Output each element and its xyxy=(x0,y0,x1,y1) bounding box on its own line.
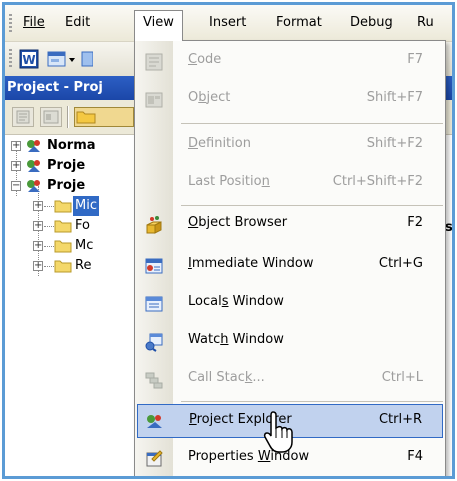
expand-icon[interactable]: + xyxy=(33,221,43,231)
menu-separator xyxy=(181,477,443,478)
folder-icon xyxy=(54,260,72,273)
tree-line xyxy=(44,246,54,247)
vba-editor-window: File Edit View Insert Format Debug Ru W … xyxy=(2,2,455,479)
menu-item-label: Object Browser xyxy=(188,215,288,230)
menu-item-shortcut: Shift+F2 xyxy=(366,136,423,151)
toggle-folders-button[interactable] xyxy=(74,107,134,127)
menu-item-label: Watch Window xyxy=(188,332,284,347)
menu-item-shortcut: F4 xyxy=(407,449,423,464)
menu-item-locals-window[interactable]: Locals Window xyxy=(135,285,445,321)
menu-item-label: Call Stack... xyxy=(188,370,265,385)
expand-icon[interactable]: + xyxy=(33,261,43,271)
tree-row-references[interactable]: + Re xyxy=(5,256,135,276)
menubar-grip[interactable] xyxy=(9,14,12,34)
expand-icon[interactable]: + xyxy=(11,141,21,151)
menu-item-shortcut: Ctrl+L xyxy=(381,370,423,385)
menu-file[interactable]: File xyxy=(15,11,53,35)
menu-item-shortcut: Ctrl+Shift+F2 xyxy=(332,174,423,189)
folder-icon xyxy=(54,240,72,253)
immediate-window-icon xyxy=(145,258,163,274)
svg-text:W: W xyxy=(22,53,35,67)
tree-row-microsoft-objects[interactable]: + Mic xyxy=(5,196,135,216)
expand-icon[interactable]: + xyxy=(33,201,43,211)
expand-icon[interactable]: + xyxy=(33,241,43,251)
collapse-icon[interactable]: − xyxy=(11,181,21,191)
menu-format[interactable]: Format xyxy=(268,11,330,35)
menu-item-label: Object xyxy=(188,90,231,105)
properties-window-icon xyxy=(146,450,163,467)
menu-separator xyxy=(181,123,443,124)
vba-project-icon xyxy=(27,160,40,172)
folder-icon xyxy=(76,111,96,124)
menu-item-label: Definition xyxy=(188,136,251,151)
hand-cursor-icon xyxy=(263,411,293,453)
tree-label: Norma xyxy=(47,138,96,153)
view-object-icon xyxy=(43,110,59,124)
folder-icon xyxy=(54,200,72,213)
peek-text: s xyxy=(445,220,453,235)
insert-userform-icon[interactable] xyxy=(47,49,67,69)
menu-view[interactable]: View xyxy=(134,10,183,41)
tree-line xyxy=(44,206,54,207)
tree-row-modules[interactable]: + Mc xyxy=(5,236,135,256)
menu-edit[interactable]: Edit xyxy=(57,11,98,35)
menu-item-shortcut: Ctrl+G xyxy=(378,256,423,271)
tree-row-project[interactable]: + Proje xyxy=(5,156,135,176)
call-stack-icon xyxy=(145,372,163,389)
menu-item-immediate-window[interactable]: Immediate Window Ctrl+G xyxy=(135,247,445,283)
project-explorer-icon xyxy=(147,415,162,428)
word-app-icon[interactable]: W xyxy=(19,49,39,69)
menu-item-label: Immediate Window xyxy=(188,256,314,271)
menu-run[interactable]: Ru xyxy=(409,11,442,35)
expand-icon[interactable]: + xyxy=(11,161,21,171)
menu-item-object[interactable]: Object Shift+F7 xyxy=(135,81,445,117)
menu-item-shortcut: Ctrl+R xyxy=(378,412,422,427)
object-browser-icon xyxy=(146,216,162,234)
folder-icon xyxy=(54,220,72,233)
menu-debug[interactable]: Debug xyxy=(342,11,401,35)
menu-item-label: Locals Window xyxy=(188,294,284,309)
menu-bar: File Edit View Insert Format Debug Ru xyxy=(5,5,452,42)
menu-item-shortcut: F7 xyxy=(407,52,423,67)
menu-item-code[interactable]: Code F7 xyxy=(135,43,445,79)
code-icon xyxy=(145,53,163,71)
menu-item-last-position[interactable]: Last Position Ctrl+Shift+F2 xyxy=(135,165,445,201)
menu-item-shortcut: Shift+F7 xyxy=(366,90,423,105)
menu-insert[interactable]: Insert xyxy=(201,11,254,35)
tree-row-normal[interactable]: + Norma xyxy=(5,136,135,156)
tree-label: Mic xyxy=(73,196,99,216)
menu-item-watch-window[interactable]: Watch Window xyxy=(135,323,445,359)
menu-separator xyxy=(181,401,443,402)
dropdown-arrow-icon[interactable] xyxy=(67,49,77,69)
tree-row-project-expanded[interactable]: − Proje xyxy=(5,176,135,196)
watch-window-icon xyxy=(145,333,163,352)
object-icon xyxy=(145,92,163,108)
menu-item-call-stack[interactable]: Call Stack... Ctrl+L xyxy=(135,361,445,397)
menu-item-shortcut: F2 xyxy=(407,215,423,230)
toolbar-separator xyxy=(67,106,69,128)
tree-label: Mc xyxy=(75,238,94,253)
menu-item-label: Code xyxy=(188,52,222,67)
menu-item-definition[interactable]: Definition Shift+F2 xyxy=(135,127,445,163)
insert-module-icon[interactable] xyxy=(81,49,93,69)
locals-window-icon xyxy=(145,296,163,312)
tree-label: Fo xyxy=(75,218,90,233)
toolbar-grip[interactable] xyxy=(9,49,12,69)
tree-line xyxy=(44,226,54,227)
menu-item-label: Last Position xyxy=(188,174,270,189)
tree-line xyxy=(44,266,54,267)
view-object-button[interactable] xyxy=(40,107,62,127)
tree-label: Proje xyxy=(47,158,86,173)
view-code-button[interactable] xyxy=(12,107,34,127)
tree-label: Re xyxy=(75,258,92,273)
menu-item-object-browser[interactable]: Object Browser F2 xyxy=(135,206,445,242)
vba-project-icon xyxy=(27,140,40,152)
tree-label: Proje xyxy=(47,178,86,193)
vba-project-icon xyxy=(27,180,40,192)
view-code-icon xyxy=(16,110,30,124)
tree-row-forms[interactable]: + Fo xyxy=(5,216,135,236)
